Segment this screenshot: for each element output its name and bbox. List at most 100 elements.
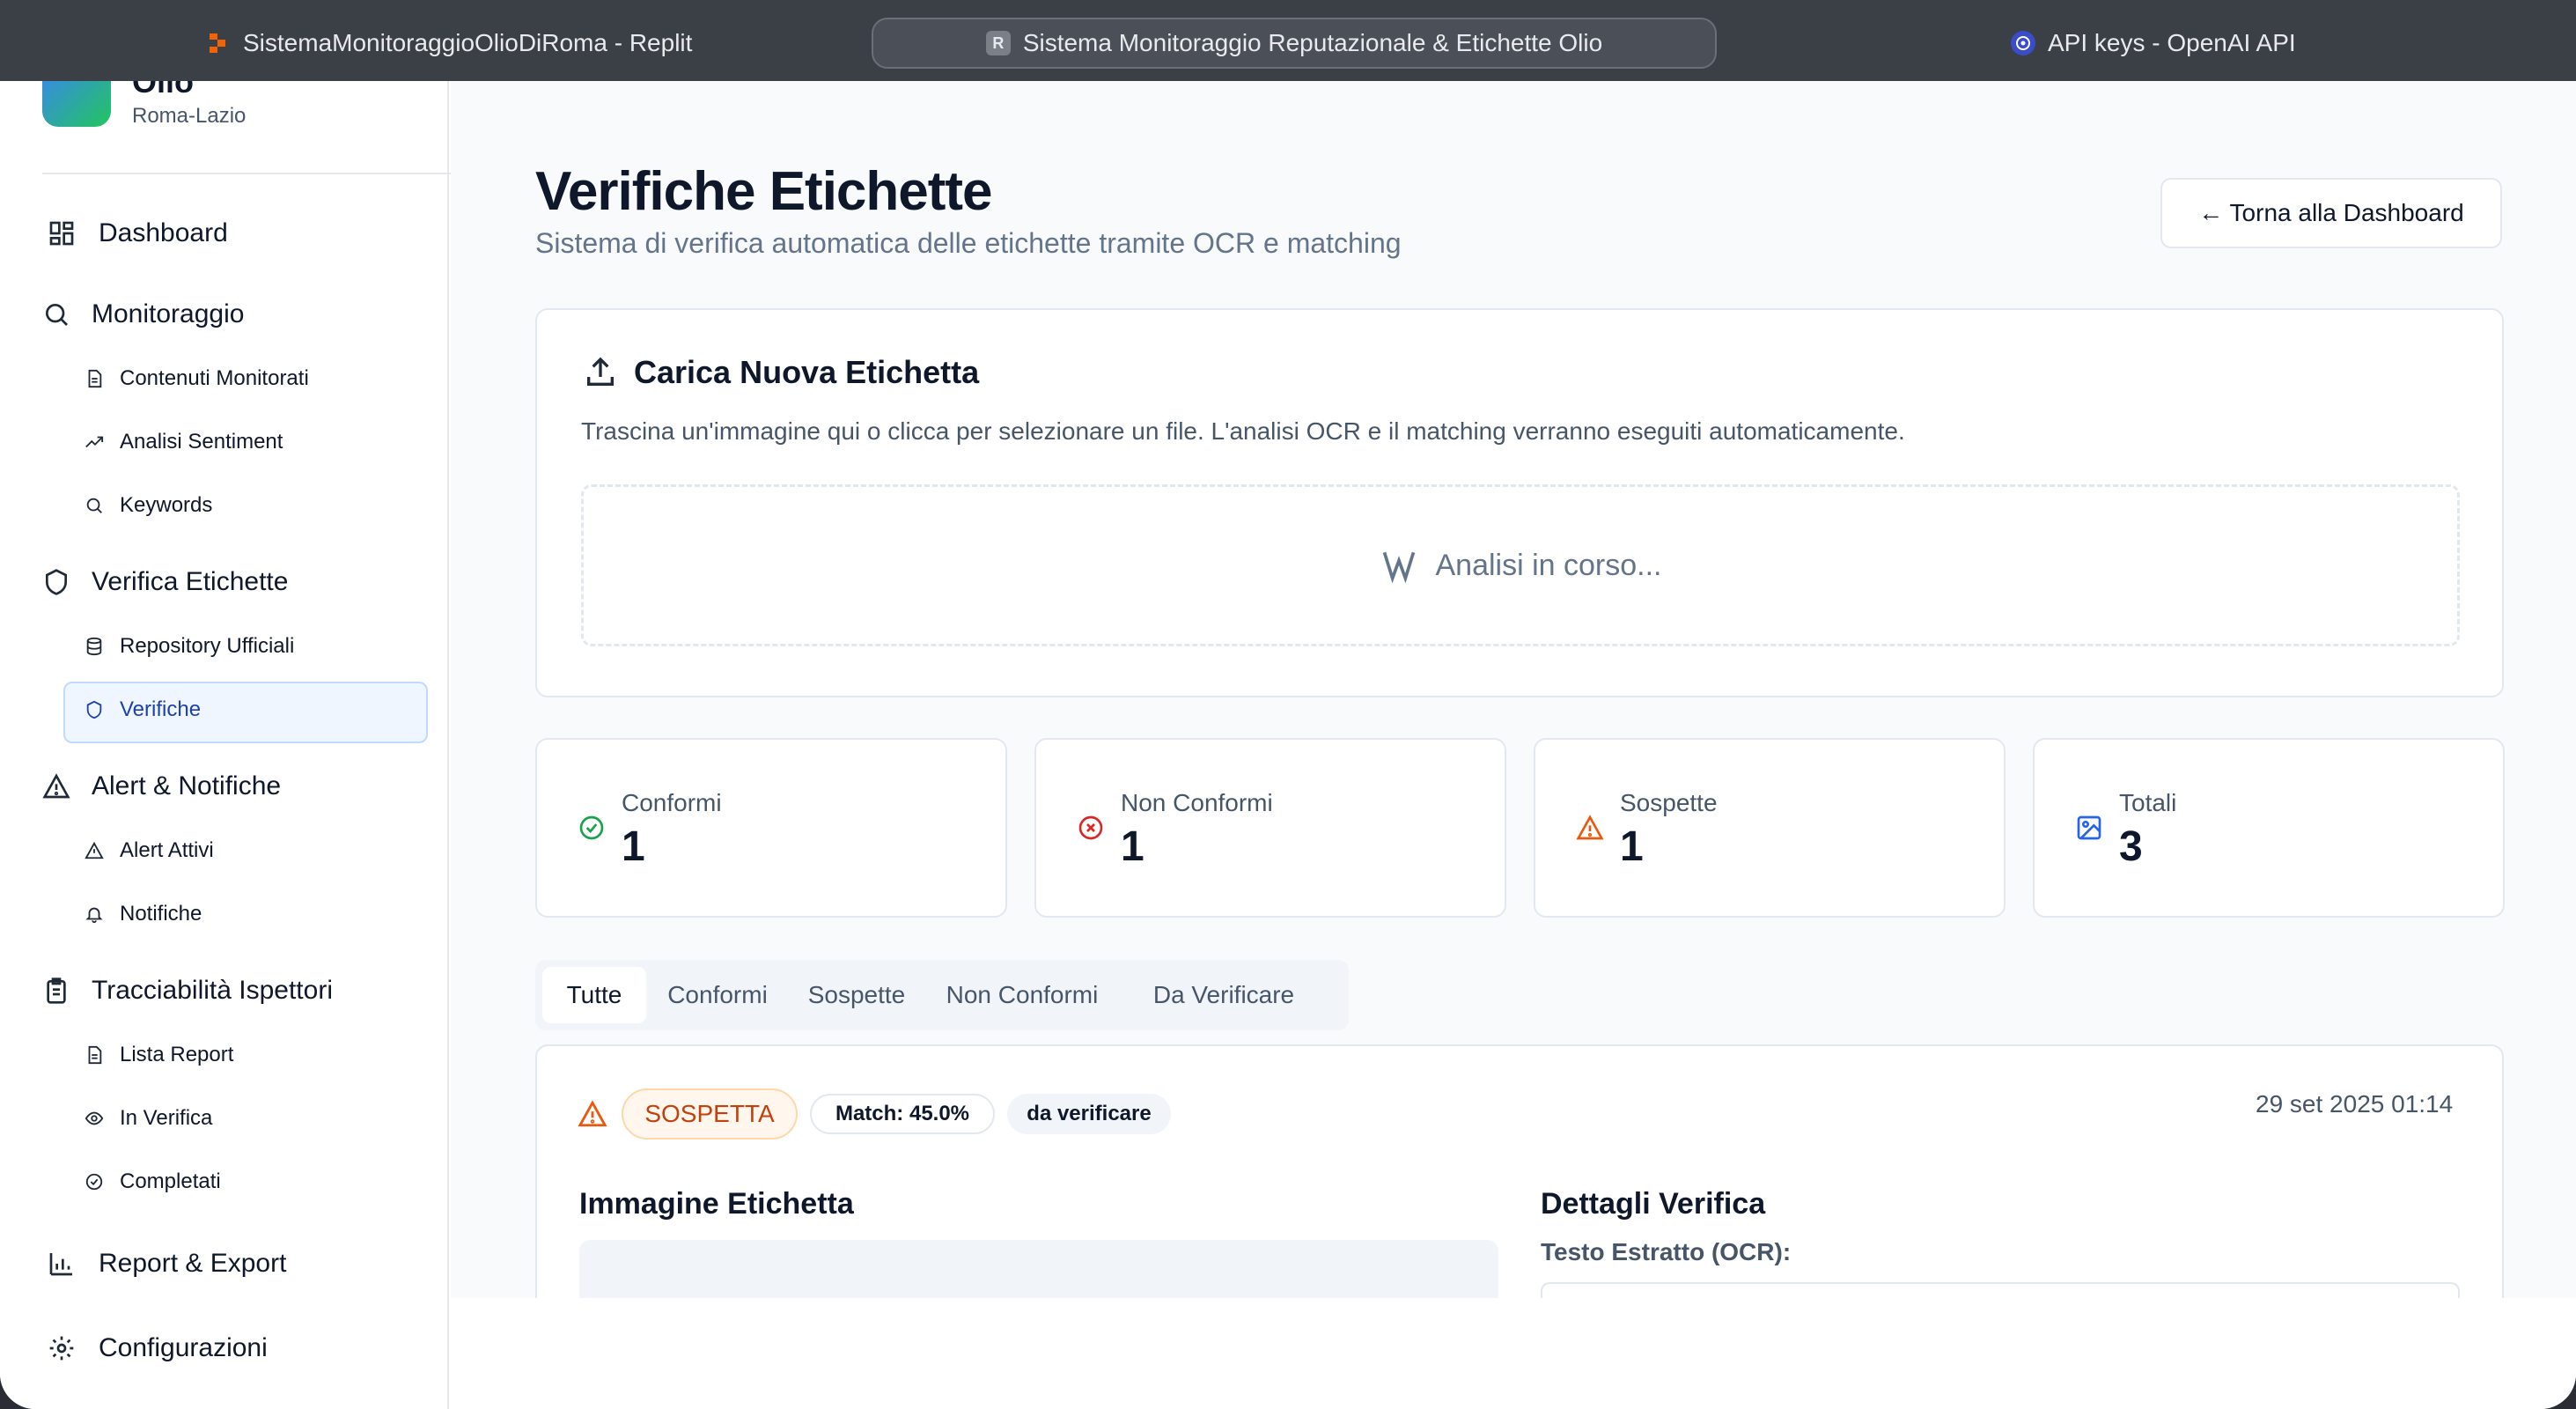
r-favicon-icon: R xyxy=(985,31,1011,55)
clipboard-icon xyxy=(47,977,66,1004)
sidebar-item-label: Report & Export xyxy=(99,1249,287,1278)
sidebar-section-label: Tracciabilità Ispettori xyxy=(92,976,333,1005)
sidebar-item-notifiche[interactable]: Notifiche xyxy=(85,902,202,926)
loading-icon xyxy=(1382,551,1415,584)
sidebar-item-analisi-sentiment[interactable]: Analisi Sentiment xyxy=(85,430,283,454)
sidebar-item-configurazioni[interactable]: Configurazioni xyxy=(48,1333,268,1363)
tab-tutte[interactable]: Tutte xyxy=(542,967,646,1023)
stat-card-sospette: Sospette 1 xyxy=(1534,738,2006,918)
ocr-text-box xyxy=(1541,1282,2460,1298)
stat-label: Non Conformi xyxy=(1121,789,1273,816)
sidebar-section-label: Verifica Etichette xyxy=(92,567,289,596)
upload-card: Carica Nuova Etichetta Trascina un'immag… xyxy=(535,308,2504,697)
tab-da-verificare[interactable]: Da Verificare xyxy=(1120,967,1328,1023)
sidebar-item-alert-attivi[interactable]: Alert Attivi xyxy=(85,838,214,863)
sidebar-item-completati[interactable]: Completati xyxy=(85,1169,221,1194)
result-date: 29 set 2025 01:14 xyxy=(2256,1090,2454,1118)
upload-card-title: Carica Nuova Etichetta xyxy=(634,354,980,390)
dashboard-icon xyxy=(49,221,74,246)
shield-icon xyxy=(86,700,102,719)
stat-value: 1 xyxy=(622,823,645,870)
back-to-dashboard-button[interactable]: ← Torna alla Dashboard xyxy=(2160,178,2502,248)
page-subtitle: Sistema di verifica automatica delle eti… xyxy=(535,227,1402,259)
sidebar-section-tracciabilita[interactable]: Tracciabilità Ispettori xyxy=(42,976,333,1006)
stat-label: Totali xyxy=(2119,789,2177,816)
database-icon xyxy=(86,637,102,656)
tab-non-conformi[interactable]: Non Conformi xyxy=(924,967,1120,1023)
sidebar-item-contenuti-monitorati[interactable]: Contenuti Monitorati xyxy=(85,366,309,391)
image-icon xyxy=(2077,815,2101,840)
sidebar-item-label: Alert Attivi xyxy=(120,838,214,862)
image-section-heading: Immagine Etichetta xyxy=(579,1187,854,1221)
search-icon xyxy=(46,304,68,326)
browser-tab-sistema[interactable]: R Sistema Monitoraggio Reputazionale & E… xyxy=(872,18,1717,69)
stat-card-conformi: Conformi 1 xyxy=(535,738,1007,918)
brand-subtitle: Roma-Lazio xyxy=(132,104,247,128)
browser-tab-title: SistemaMonitoraggioOlioDiRoma - Replit xyxy=(243,29,693,56)
browser-tab-bar: SistemaMonitoraggioOlioDiRoma - Replit R… xyxy=(0,0,2576,81)
sidebar-item-label: Keywords xyxy=(120,493,213,517)
sidebar-item-label: Completati xyxy=(120,1169,221,1193)
main-content: Verifiche Etichette Sistema di verifica … xyxy=(451,81,2576,1326)
sidebar: Olio Roma-Lazio Dashboard Monitoraggio C… xyxy=(0,81,491,1409)
page-title: Verifiche Etichette xyxy=(535,161,993,222)
brand-title: Olio xyxy=(132,81,194,100)
eye-icon xyxy=(85,1111,104,1125)
analysis-status: Analisi in corso... xyxy=(1435,548,1662,582)
sidebar-item-label: Repository Ufficiali xyxy=(120,634,295,658)
sidebar-item-verifiche[interactable]: Verifiche xyxy=(85,697,201,722)
gear-icon xyxy=(49,1336,74,1361)
sidebar-item-report-export[interactable]: Report & Export xyxy=(48,1249,286,1279)
sidebar-item-label: Dashboard xyxy=(99,218,228,247)
search-icon xyxy=(86,498,102,513)
sidebar-item-in-verifica[interactable]: In Verifica xyxy=(85,1106,212,1131)
sidebar-section-verifica-etichette[interactable]: Verifica Etichette xyxy=(42,567,288,597)
ocr-label: Testo Estratto (OCR): xyxy=(1541,1238,1792,1265)
app-logo xyxy=(42,81,111,127)
warning-icon xyxy=(1576,815,1604,840)
status-badge: SOSPETTA xyxy=(622,1088,798,1140)
tab-conformi[interactable]: Conformi xyxy=(646,967,789,1023)
browser-tab-openai[interactable]: API keys - OpenAI API xyxy=(2011,18,2381,69)
sidebar-item-lista-report[interactable]: Lista Report xyxy=(85,1043,233,1067)
stat-label: Conformi xyxy=(622,789,722,816)
check-circle-icon xyxy=(85,1173,103,1191)
stat-card-totali: Totali 3 xyxy=(2033,738,2505,918)
check-circle-icon xyxy=(579,815,604,840)
verify-badge: da verificare xyxy=(1007,1094,1171,1134)
sidebar-section-monitoraggio[interactable]: Monitoraggio xyxy=(42,299,244,329)
bar-chart-icon xyxy=(49,1253,72,1276)
warning-icon xyxy=(85,841,104,859)
trending-up-icon xyxy=(85,436,104,448)
warning-icon xyxy=(578,1100,607,1127)
stat-value: 1 xyxy=(1121,823,1144,870)
sidebar-item-label: Contenuti Monitorati xyxy=(120,366,309,390)
sidebar-item-keywords[interactable]: Keywords xyxy=(85,493,212,518)
sidebar-item-label: Notifiche xyxy=(120,902,202,926)
browser-tab-replit[interactable]: SistemaMonitoraggioOlioDiRoma - Replit xyxy=(206,18,699,69)
sidebar-item-dashboard[interactable]: Dashboard xyxy=(48,218,228,248)
match-badge: Match: 45.0% xyxy=(810,1094,995,1134)
stat-label: Sospette xyxy=(1620,789,1718,816)
stat-value: 3 xyxy=(2119,823,2143,870)
details-section-heading: Dettagli Verifica xyxy=(1541,1187,1766,1221)
filter-tabs: Tutte Conformi Sospette Non Conformi Da … xyxy=(535,960,1349,1030)
replit-icon xyxy=(206,31,231,55)
shield-icon xyxy=(46,569,67,595)
stat-value: 1 xyxy=(1620,823,1644,870)
file-dropzone[interactable]: Analisi in corso... xyxy=(581,484,2460,646)
app-window: Olio Roma-Lazio Dashboard Monitoraggio C… xyxy=(0,81,2576,1409)
sidebar-item-repository-ufficiali[interactable]: Repository Ufficiali xyxy=(85,634,294,659)
upload-card-header: Carica Nuova Etichetta xyxy=(583,354,979,391)
sidebar-item-label: In Verifica xyxy=(120,1106,213,1130)
sidebar-section-alert[interactable]: Alert & Notifiche xyxy=(42,771,281,801)
document-icon xyxy=(88,369,102,388)
tab-sospette[interactable]: Sospette xyxy=(789,967,924,1023)
bell-icon xyxy=(85,907,103,924)
warning-icon xyxy=(42,773,70,799)
browser-tab-title: API keys - OpenAI API xyxy=(2048,29,2296,56)
sidebar-section-label: Alert & Notifiche xyxy=(92,771,282,800)
upload-card-description: Trascina un'immagine qui o clicca per se… xyxy=(581,417,1905,445)
sidebar-item-label: Verifiche xyxy=(120,697,202,721)
stat-card-non-conformi: Non Conformi 1 xyxy=(1034,738,1506,918)
